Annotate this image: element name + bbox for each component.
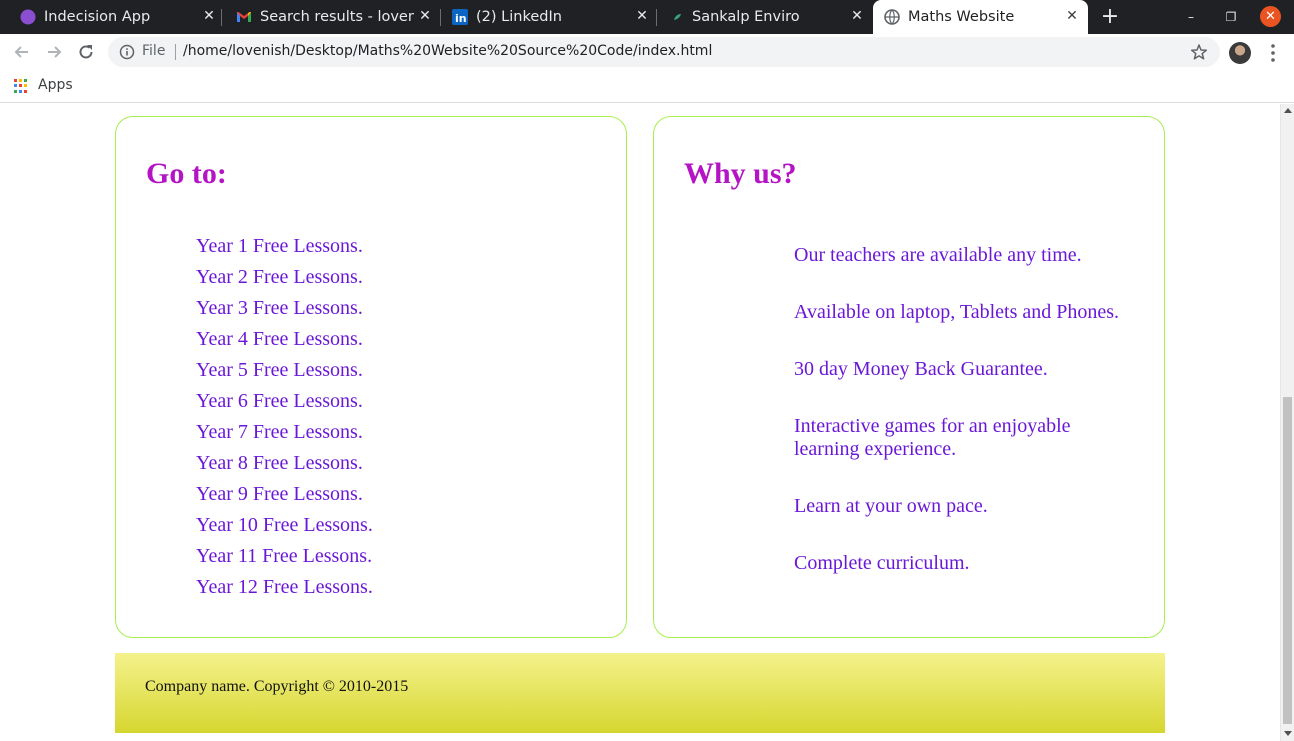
tab-title: Maths Website <box>908 9 1015 25</box>
lesson-link[interactable]: Year 3 Free Lessons. <box>196 293 373 324</box>
apps-shortcut[interactable]: Apps <box>38 77 73 93</box>
browser-toolbar: File /home/lovenish/Desktop/Maths%20Webs… <box>0 34 1294 70</box>
why-us-item: Available on laptop, Tablets and Phones. <box>794 301 1120 323</box>
address-bar[interactable]: File /home/lovenish/Desktop/Maths%20Webs… <box>108 37 1220 67</box>
arrow-left-icon <box>14 46 28 58</box>
lesson-link[interactable]: Year 11 Free Lessons. <box>196 541 373 572</box>
goto-panel: Go to: Year 1 Free Lessons. Year 2 Free … <box>115 116 627 638</box>
forward-button[interactable] <box>43 41 65 63</box>
globe-icon <box>884 9 900 25</box>
tab-strip: Indecision App ✕ Search results - loveni… <box>0 0 1294 34</box>
scheme-label: File <box>142 43 166 59</box>
arrow-right-icon <box>48 46 62 58</box>
window-close-button[interactable]: ✕ <box>1260 6 1281 27</box>
lesson-link[interactable]: Year 7 Free Lessons. <box>196 417 373 448</box>
copyright-text: Company name. Copyright © 2010-2015 <box>145 678 409 695</box>
tab-title: Search results - lovenish <box>260 9 414 25</box>
close-icon[interactable]: ✕ <box>849 8 865 24</box>
kebab-menu-icon[interactable] <box>1264 42 1282 64</box>
tab-title: (2) LinkedIn <box>476 9 562 25</box>
close-icon[interactable]: ✕ <box>417 8 433 24</box>
profile-avatar[interactable] <box>1229 42 1251 64</box>
restore-button[interactable]: ❐ <box>1220 6 1242 28</box>
leaf-icon <box>674 14 681 20</box>
reload-icon <box>79 45 93 59</box>
purple-circle-icon <box>20 9 36 25</box>
scroll-down-arrow-icon[interactable] <box>1284 731 1292 736</box>
minimize-button[interactable]: – <box>1180 6 1202 28</box>
info-icon[interactable] <box>119 44 135 60</box>
lesson-link[interactable]: Year 12 Free Lessons. <box>196 572 373 603</box>
lesson-link[interactable]: Year 8 Free Lessons. <box>196 448 373 479</box>
vertical-scrollbar[interactable] <box>1280 104 1294 741</box>
lesson-link[interactable]: Year 5 Free Lessons. <box>196 355 373 386</box>
why-us-item: Our teachers are available any time. <box>794 244 1082 266</box>
why-us-heading: Why us? <box>684 157 797 190</box>
svg-text:in: in <box>455 12 467 25</box>
scrollbar-thumb[interactable] <box>1283 397 1292 724</box>
scroll-up-arrow-icon[interactable] <box>1284 108 1292 113</box>
why-us-item: Learn at your own pace. <box>794 495 988 517</box>
why-us-item: Complete curriculum. <box>794 552 970 574</box>
lesson-link[interactable]: Year 1 Free Lessons. <box>196 231 373 262</box>
lesson-link[interactable]: Year 9 Free Lessons. <box>196 479 373 510</box>
close-icon[interactable]: ✕ <box>634 8 650 24</box>
close-icon[interactable]: ✕ <box>201 8 217 24</box>
lesson-link[interactable]: Year 4 Free Lessons. <box>196 324 373 355</box>
star-icon[interactable] <box>1190 43 1208 61</box>
lesson-link[interactable]: Year 2 Free Lessons. <box>196 262 373 293</box>
tab-title: Indecision App <box>44 9 151 25</box>
why-us-item: Interactive games for an enjoyable learn… <box>794 415 1071 460</box>
why-us-list: Our teachers are available any time. Ava… <box>794 244 1134 609</box>
lesson-link-list: Year 1 Free Lessons. Year 2 Free Lessons… <box>196 231 373 603</box>
new-tab-button[interactable]: + <box>1100 6 1120 28</box>
linkedin-icon: in <box>452 9 468 25</box>
page-viewport: Go to: Year 1 Free Lessons. Year 2 Free … <box>0 104 1280 741</box>
lesson-link[interactable]: Year 10 Free Lessons. <box>196 510 373 541</box>
why-us-panel: Why us? Our teachers are available any t… <box>653 116 1165 638</box>
tab-linkedin[interactable]: in (2) LinkedIn ✕ <box>441 0 657 34</box>
gmail-icon <box>237 12 251 22</box>
bookmarks-bar: Apps <box>0 70 1294 103</box>
tab-title: Sankalp Enviro <box>692 9 800 25</box>
reload-button[interactable] <box>75 41 97 63</box>
tab-maths-website[interactable]: Maths Website ✕ <box>873 0 1088 34</box>
close-icon[interactable]: ✕ <box>1064 8 1080 24</box>
apps-grid-icon[interactable] <box>14 79 28 93</box>
url-text[interactable]: /home/lovenish/Desktop/Maths%20Website%2… <box>183 43 712 59</box>
back-button[interactable] <box>11 41 33 63</box>
address-divider <box>175 44 176 60</box>
page-footer: Company name. Copyright © 2010-2015 <box>115 653 1165 733</box>
tab-sankalp-enviro[interactable]: Sankalp Enviro ✕ <box>657 0 872 34</box>
why-us-item: 30 day Money Back Guarantee. <box>794 358 1048 380</box>
tab-indecision-app[interactable]: Indecision App ✕ <box>0 0 222 34</box>
goto-heading: Go to: <box>146 157 227 190</box>
tab-search-results[interactable]: Search results - lovenish ✕ <box>222 0 441 34</box>
lesson-link[interactable]: Year 6 Free Lessons. <box>196 386 373 417</box>
